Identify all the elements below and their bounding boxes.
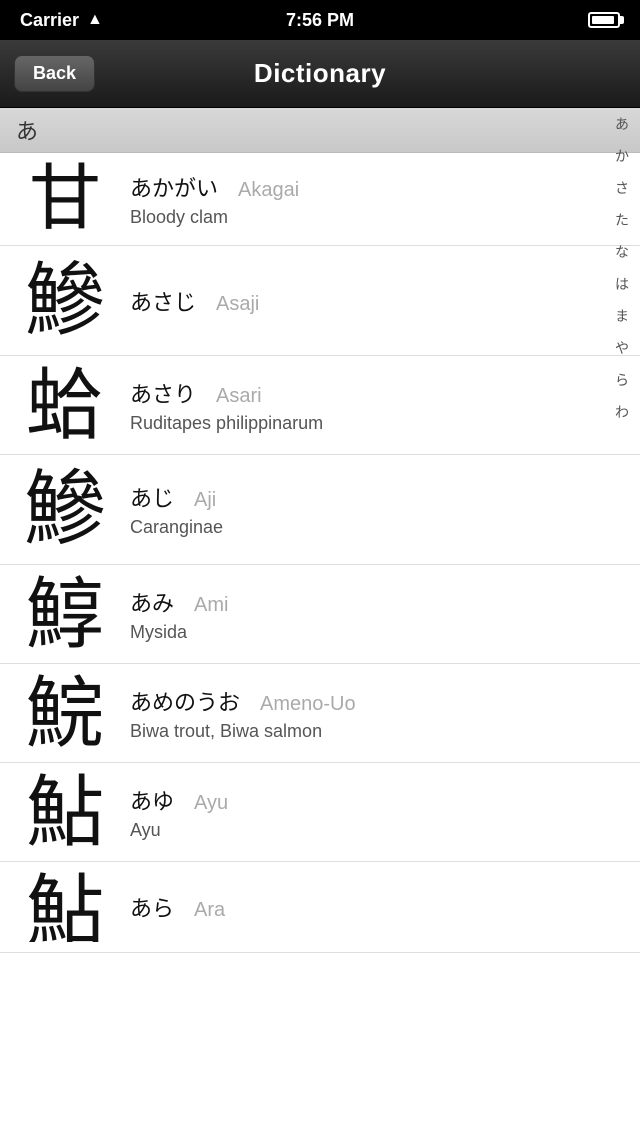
entry-kanji: 甘 [10,163,120,235]
entry-content: あめのうお Ameno-Uo Biwa trout, Biwa salmon [120,685,640,742]
entry-romaji: Ameno-Uo [260,693,356,716]
table-row[interactable]: 鰺 あじ Aji Caranginae [0,455,640,565]
index-ra[interactable]: ら [604,364,640,396]
entry-kanji: 鰺 [10,261,120,341]
battery-icon [588,12,620,28]
battery-fill [592,16,614,24]
index-ma[interactable]: ま [604,300,640,332]
entry-hiragana: あさじ [130,285,196,317]
entry-romaji: Ara [194,899,225,922]
entry-hiragana: あさり [130,377,196,409]
entry-content: あさじ Asaji [120,285,640,317]
index-ka[interactable]: か [604,140,640,172]
entry-romaji: Aji [194,489,216,512]
entry-kanji: 鮎 [10,872,120,942]
nav-bar: Back Dictionary [0,40,640,108]
entry-list: 甘 あかがい Akagai Bloody clam 鰺 あさじ Asaji 蛤 … [0,153,640,953]
table-row[interactable]: 鮎 あら Ara [0,862,640,953]
entry-hiragana: あかがい [130,171,218,203]
entry-romaji: Asari [216,385,262,408]
index-sa[interactable]: さ [604,172,640,204]
status-bar: Carrier ▲ 7:56 PM [0,0,640,40]
entry-description: Ruditapes philippinarum [130,413,600,434]
section-header: あ [0,108,640,153]
nav-title: Dictionary [254,58,386,89]
entry-romaji: Akagai [238,179,299,202]
index-sidebar: あ か さ た な は ま や ら わ [604,108,640,428]
table-row[interactable]: 鯙 あみ Ami Mysida [0,565,640,664]
entry-romaji: Ayu [194,792,228,815]
entry-content: あみ Ami Mysida [120,586,640,643]
entry-content: あゆ Ayu Ayu [120,784,640,841]
index-wa[interactable]: わ [604,396,640,428]
entry-romaji: Ami [194,594,228,617]
entry-content: あら Ara [120,891,640,923]
entry-hiragana: あめのうお [130,685,240,717]
status-time: 7:56 PM [286,10,354,31]
entry-kanji: 鰺 [10,469,120,551]
entry-content: あかがい Akagai Bloody clam [120,171,640,228]
entry-description: Biwa trout, Biwa salmon [130,721,600,742]
entry-description: Mysida [130,622,600,643]
entry-romaji: Asaji [216,293,259,316]
entry-content: あじ Aji Caranginae [120,481,640,538]
entry-kanji: 鯙 [10,575,120,653]
table-row[interactable]: 鯇 あめのうお Ameno-Uo Biwa trout, Biwa salmon [0,664,640,763]
entry-hiragana: あじ [130,481,174,513]
index-ha[interactable]: は [604,268,640,300]
entry-kanji: 鯇 [10,674,120,752]
carrier-text: Carrier [20,10,79,31]
table-row[interactable]: 鮎 あゆ Ayu Ayu [0,763,640,862]
entry-hiragana: あら [130,891,174,923]
entry-description: Ayu [130,820,600,841]
status-right [588,12,620,28]
entry-kanji: 鮎 [10,773,120,851]
entry-hiragana: あゆ [130,784,174,816]
index-ya[interactable]: や [604,332,640,364]
table-row[interactable]: 甘 あかがい Akagai Bloody clam [0,153,640,246]
entry-description: Bloody clam [130,207,600,228]
wifi-icon: ▲ [87,11,103,29]
table-row[interactable]: 蛤 あさり Asari Ruditapes philippinarum [0,356,640,455]
entry-description: Caranginae [130,517,600,538]
back-button[interactable]: Back [14,55,95,92]
entry-kanji: 蛤 [10,366,120,444]
index-ta[interactable]: た [604,204,640,236]
status-carrier: Carrier ▲ [20,10,103,31]
table-row[interactable]: 鰺 あさじ Asaji [0,246,640,356]
entry-hiragana: あみ [130,586,174,618]
section-label: あ [16,119,38,144]
entry-content: あさり Asari Ruditapes philippinarum [120,377,640,434]
index-na[interactable]: な [604,236,640,268]
index-a[interactable]: あ [604,108,640,140]
